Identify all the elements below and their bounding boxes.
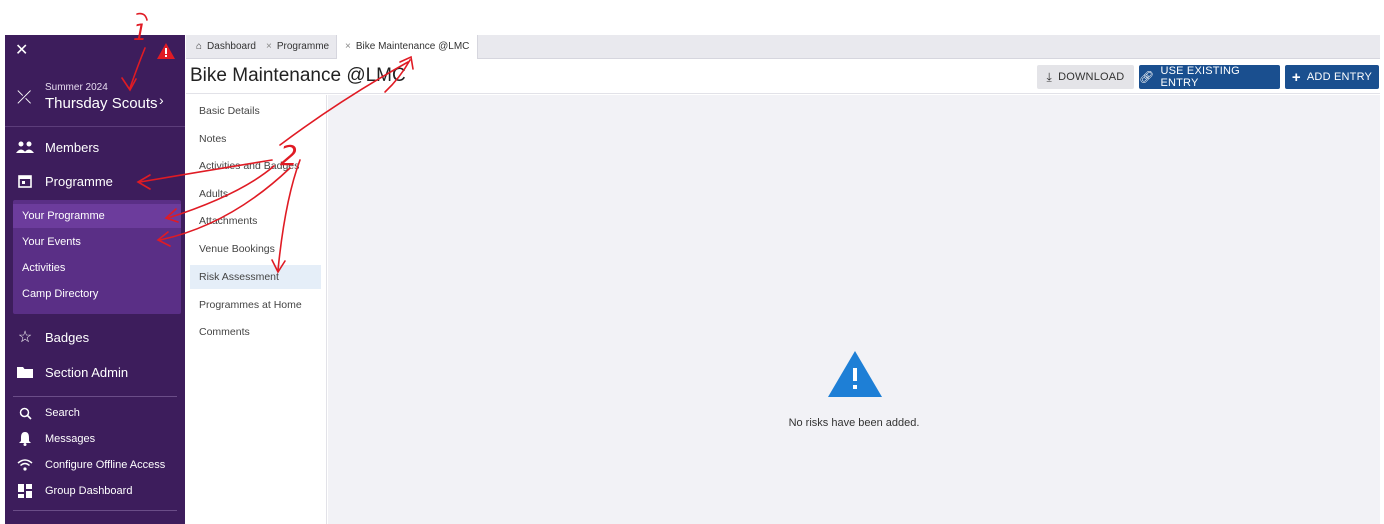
subnav-item-programmes-at-home[interactable]: Programmes at Home <box>190 293 321 317</box>
subnav-item-notes[interactable]: Notes <box>190 127 321 151</box>
bell-icon <box>5 432 45 446</box>
download-button[interactable]: ⤓ DOWNLOAD <box>1037 65 1134 89</box>
util-item-search[interactable]: Search <box>5 401 185 425</box>
plus-icon: + <box>1291 68 1301 86</box>
chevron-right-icon: › <box>159 92 164 108</box>
nav-item-programme[interactable]: Programme <box>5 166 185 196</box>
close-icon[interactable]: × <box>266 41 272 52</box>
use-existing-entry-button[interactable]: 🔗︎ USE EXISTING ENTRY <box>1139 65 1280 89</box>
section-switcher[interactable]: ⤫ Summer 2024 Thursday Scouts › <box>5 67 185 127</box>
util-item-label: Group Dashboard <box>45 485 133 497</box>
star-icon: ☆ <box>17 329 33 346</box>
subnav-item-comments[interactable]: Comments <box>190 320 321 344</box>
nav-item-members[interactable]: Members <box>5 132 185 162</box>
subnav-item-attachments[interactable]: Attachments <box>190 209 321 233</box>
nav-item-label: Programme <box>45 173 113 189</box>
subnav-item-adults[interactable]: Adults <box>190 182 321 206</box>
sidebar-top: ✕ <box>5 35 185 67</box>
subnav-item-basic-details[interactable]: Basic Details <box>190 99 321 123</box>
wifi-icon <box>5 459 45 471</box>
nav-item-label: Members <box>45 139 100 155</box>
add-entry-label: ADD ENTRY <box>1306 71 1373 83</box>
submenu-item-your-events[interactable]: Your Events <box>13 230 181 254</box>
warning-icon[interactable] <box>157 43 175 64</box>
util-item-label: Search <box>45 407 80 419</box>
util-item-label: Messages <box>45 433 96 445</box>
tab-label: Programme <box>276 41 330 52</box>
sidebar-divider <box>13 510 177 511</box>
people-icon <box>5 141 45 153</box>
subnav-item-activities-badges[interactable]: Activities and Badges <box>190 154 321 178</box>
search-icon <box>5 407 45 420</box>
home-icon: ⌂ <box>196 41 203 52</box>
main-content: No risks have been added. <box>328 95 1380 524</box>
add-entry-button[interactable]: + ADD ENTRY <box>1285 65 1379 89</box>
section-name: Thursday Scouts <box>45 95 158 112</box>
nav-item-label: Section Admin <box>45 364 129 380</box>
crossed-tools-icon: ⤫ <box>17 87 32 107</box>
dashboard-icon <box>5 484 45 498</box>
download-icon: ⤓ <box>1046 69 1053 84</box>
folder-icon <box>5 366 45 378</box>
page-title: Bike Maintenance @LMC <box>190 65 406 86</box>
sidebar-divider <box>13 396 177 397</box>
tab-label: Bike Maintenance @LMC <box>355 41 470 52</box>
nav-item-section-admin[interactable]: Section Admin <box>5 357 185 387</box>
calendar-icon <box>5 174 45 188</box>
empty-state-message: No risks have been added. <box>788 417 920 429</box>
util-item-messages[interactable]: Messages <box>5 427 185 451</box>
warning-icon <box>828 351 882 402</box>
close-icon[interactable]: × <box>345 41 351 52</box>
app-root: ✕ ⤫ Summer 2024 Thursday Scouts › Member… <box>0 0 1384 524</box>
tab-programme[interactable]: × Programme <box>258 35 337 59</box>
util-item-label: Configure Offline Access <box>45 459 166 471</box>
page-header: Bike Maintenance @LMC ⤓ DOWNLOAD 🔗︎ USE EX… <box>186 59 1380 94</box>
link-icon: 🔗︎ <box>1139 70 1155 84</box>
submenu-item-camp-directory[interactable]: Camp Directory <box>13 282 181 306</box>
submenu-item-your-programme[interactable]: Your Programme <box>13 204 181 228</box>
tab-bar: ⌂ Dashboard × Programme × Bike Maintenance … <box>186 35 1380 59</box>
use-existing-label: USE EXISTING ENTRY <box>1160 65 1240 89</box>
subnav-item-venue-bookings[interactable]: Venue Bookings <box>190 237 321 261</box>
close-icon[interactable]: ✕ <box>15 42 33 60</box>
tab-dashboard[interactable]: ⌂ Dashboard <box>188 35 264 59</box>
util-item-group-dashboard[interactable]: Group Dashboard <box>5 479 185 503</box>
programme-submenu: Your Programme Your Events Activities Ca… <box>13 200 181 314</box>
nav-item-label: Badges <box>45 329 90 345</box>
section-term: Summer 2024 <box>45 82 108 93</box>
detail-subnav: Basic Details Notes Activities and Badge… <box>186 95 327 524</box>
sidebar: ✕ ⤫ Summer 2024 Thursday Scouts › Member… <box>5 35 185 524</box>
tab-bike-maintenance[interactable]: × Bike Maintenance @LMC <box>336 35 479 59</box>
nav-item-badges[interactable]: ☆ Badges <box>5 322 185 352</box>
download-label: DOWNLOAD <box>1058 71 1125 83</box>
util-item-offline-access[interactable]: Configure Offline Access <box>5 453 185 477</box>
subnav-item-risk-assessment[interactable]: Risk Assessment <box>190 265 321 289</box>
tab-label: Dashboard <box>207 41 256 52</box>
submenu-item-activities[interactable]: Activities <box>13 256 181 280</box>
